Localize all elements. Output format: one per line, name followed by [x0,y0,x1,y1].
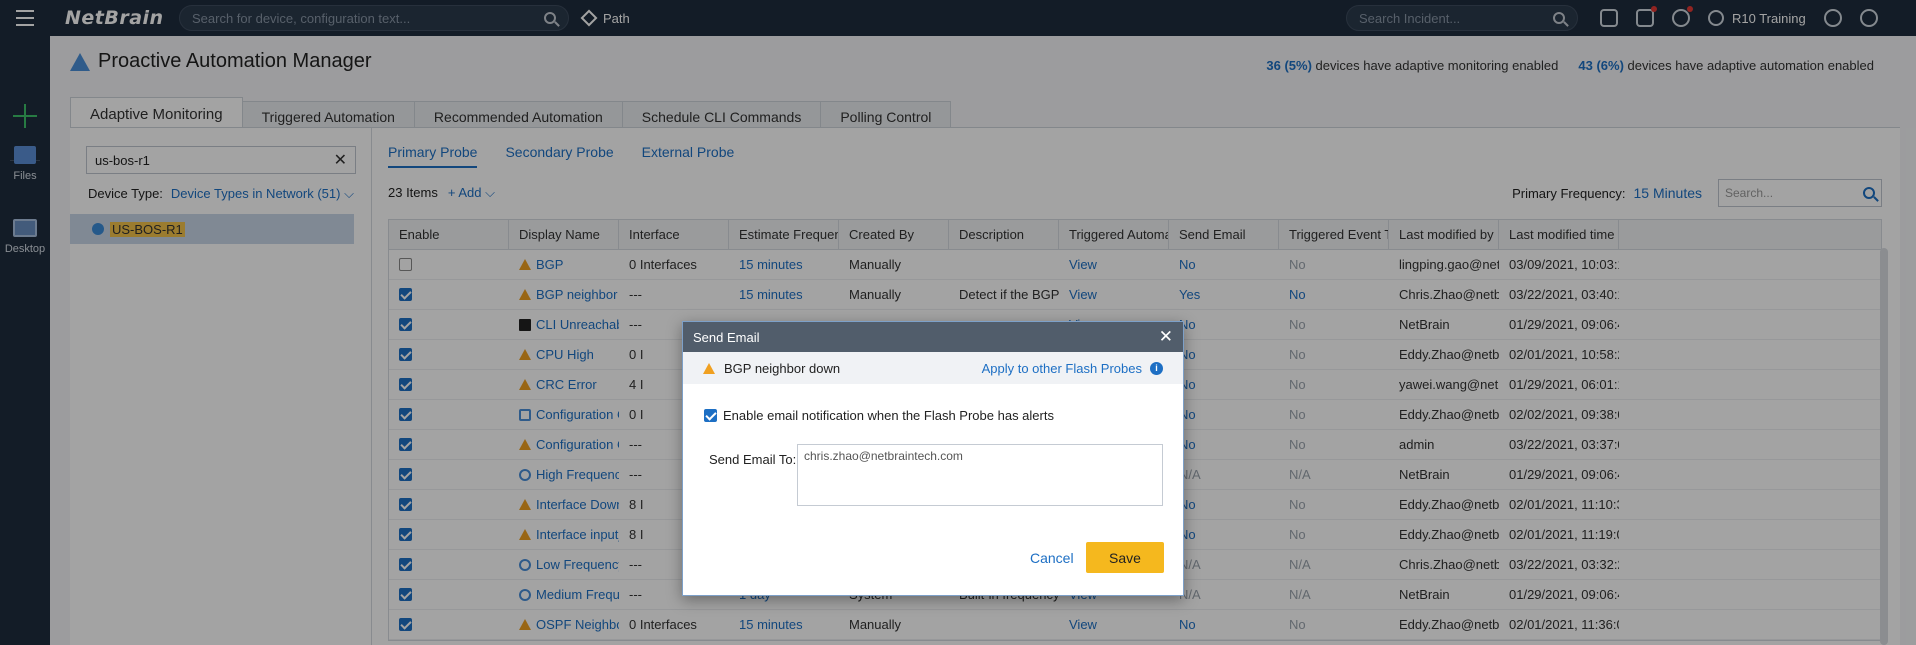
warning-icon [703,362,715,374]
save-button[interactable]: Save [1086,542,1164,573]
apply-to-other-probes-link[interactable]: Apply to other Flash Probes i [982,361,1163,376]
info-icon[interactable]: i [1150,361,1163,375]
send-email-dialog: Send Email ✕ BGP neighbor down Apply to … [682,321,1184,596]
dialog-probe-name: BGP neighbor down [724,360,841,376]
apply-link-label: Apply to other Flash Probes [981,360,1142,376]
send-to-label: Send Email To: [709,452,797,467]
dialog-title: Send Email [693,329,760,345]
dialog-header: Send Email ✕ [683,322,1183,352]
enable-email-checkbox[interactable] [704,409,717,422]
enable-email-label: Enable email notification when the Flash… [723,408,1054,423]
send-to-field[interactable]: chris.zhao@netbraintech.com [797,444,1163,506]
close-icon[interactable]: ✕ [1159,327,1173,347]
dialog-probe-bar: BGP neighbor down Apply to other Flash P… [683,352,1183,384]
enable-email-option[interactable]: Enable email notification when the Flash… [704,408,1054,423]
dialog-probe: BGP neighbor down [703,361,840,376]
cancel-button[interactable]: Cancel [1030,550,1074,566]
